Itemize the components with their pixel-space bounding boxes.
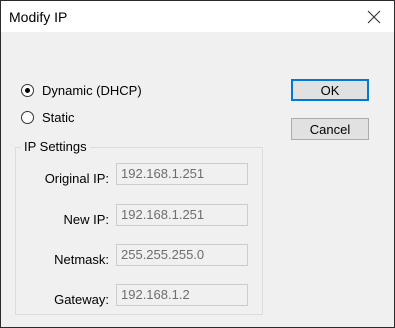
original-ip-field[interactable]: 192.168.1.251: [116, 163, 248, 185]
gateway-label: Gateway:: [54, 292, 109, 307]
netmask-field[interactable]: 255.255.255.0: [116, 244, 248, 266]
radio-circle[interactable]: [21, 84, 34, 97]
radio-label-static: Static: [42, 110, 75, 125]
cancel-button[interactable]: Cancel: [291, 118, 369, 140]
close-icon: [367, 10, 381, 23]
radio-label-dynamic: Dynamic (DHCP): [42, 83, 142, 98]
ok-button[interactable]: OK: [291, 79, 369, 101]
radio-circle[interactable]: [21, 111, 34, 124]
dialog-title: Modify IP: [9, 9, 68, 25]
close-button[interactable]: [354, 1, 394, 32]
netmask-label: Netmask:: [54, 252, 109, 267]
modify-ip-dialog: Modify IP Dynamic (DHCP) Static OK Cance…: [0, 0, 395, 328]
radio-selected-dot: [25, 88, 30, 93]
new-ip-field[interactable]: 192.168.1.251: [116, 204, 248, 226]
title-bar: Modify IP: [1, 1, 394, 32]
radio-dynamic-dhcp[interactable]: Dynamic (DHCP): [21, 83, 142, 98]
gateway-field[interactable]: 192.168.1.2: [116, 284, 248, 306]
new-ip-label: New IP:: [63, 212, 109, 227]
dialog-body: Dynamic (DHCP) Static OK Cancel IP Setti…: [1, 32, 394, 327]
radio-static[interactable]: Static: [21, 110, 75, 125]
ip-settings-title: IP Settings: [21, 139, 90, 154]
original-ip-label: Original IP:: [44, 171, 109, 186]
